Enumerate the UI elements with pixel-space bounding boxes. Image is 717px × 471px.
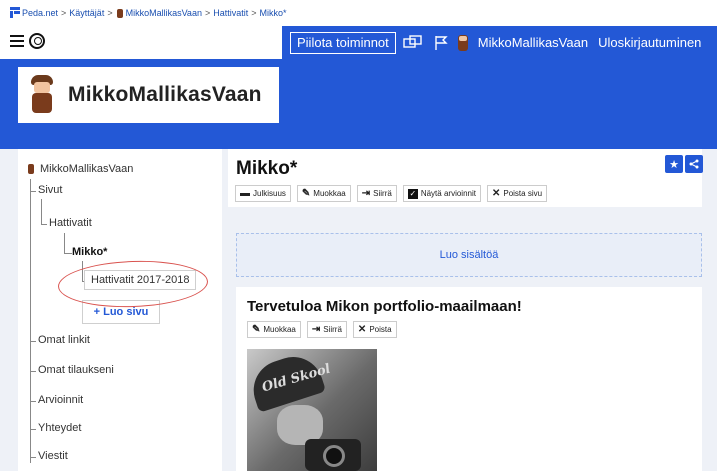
delete-label: Poista (369, 325, 392, 334)
sidebar-item-root[interactable]: MikkoMallikasVaan (28, 163, 133, 175)
site-title: MikkoMallikasVaan (68, 83, 262, 106)
breadcrumb-item-users[interactable]: Käyttäjät (69, 8, 104, 18)
create-content-button[interactable]: Luo sisältöä (236, 233, 702, 277)
sidebar-item-yhteydet[interactable]: Yhteydet (38, 422, 81, 434)
close-icon: ✕ (491, 188, 501, 199)
pencil-icon: ✎ (301, 188, 311, 199)
portfolio-photo: Old Skool (247, 349, 377, 471)
sidebar-item-viestit[interactable]: Viestit (38, 450, 68, 462)
sidebar-item-hattivatit[interactable]: Hattivatit (49, 217, 92, 229)
peda-net-logo-icon (10, 7, 20, 18)
search-user-icon[interactable] (29, 33, 45, 49)
publicity-label: Julkisuus (253, 189, 286, 198)
breadcrumb-separator: > (107, 8, 113, 18)
tree-line (30, 371, 36, 372)
breadcrumb-separator: > (61, 8, 67, 18)
tree-line (30, 429, 36, 430)
windows-icon[interactable] (402, 34, 424, 52)
site-title-box[interactable]: MikkoMallikasVaan (18, 67, 279, 123)
tree-line (30, 401, 36, 402)
sidebar-item-sivut[interactable]: Sivut (38, 184, 62, 196)
page-actions: ▬ Julkisuus ✎ Muokkaa ⇥ Siirrä ✓ Näytä a… (235, 185, 553, 202)
delete-button[interactable]: ✕ Poista (352, 321, 397, 338)
edit-label: Muokkaa (263, 325, 296, 334)
edit-button[interactable]: ✎ Muokkaa (247, 321, 301, 338)
welcome-card: Tervetuloa Mikon portfolio-maailmaan! ✎ … (236, 287, 702, 471)
sidebar-item-label: MikkoMallikasVaan (40, 163, 134, 175)
sidebar-item-mikko[interactable]: Mikko* (72, 246, 107, 258)
tree-line (64, 233, 65, 253)
avatar-icon (28, 164, 34, 174)
tree-line (30, 457, 36, 458)
move-button[interactable]: ⇥ Siirrä (356, 185, 397, 202)
show-assessments-button[interactable]: ✓ Näytä arvioinnit (402, 185, 481, 202)
checkbox-icon: ✓ (407, 188, 418, 199)
delete-page-label: Poista sivu (503, 189, 543, 198)
sidebar-item-omat-tilaukseni[interactable]: Omat tilaukseni (38, 364, 114, 376)
publicity-button[interactable]: ▬ Julkisuus (235, 185, 291, 202)
edit-label: Muokkaa (313, 189, 346, 198)
username-link[interactable]: MikkoMallikasVaan (478, 35, 588, 50)
site-header: MikkoMallikasVaan (0, 59, 717, 149)
breadcrumb-item-hattivatit[interactable]: Hattivatit (213, 8, 248, 18)
pencil-icon: ✎ (252, 324, 261, 335)
page-header-card: Mikko* ★ ▬ Julkisuus ✎ Muokkaa ⇥ Siirrä … (228, 149, 703, 207)
delete-page-button[interactable]: ✕ Poista sivu (486, 185, 548, 202)
move-label: Siirrä (373, 189, 392, 198)
edit-button[interactable]: ✎ Muokkaa (296, 185, 351, 202)
hide-actions-button[interactable]: Piilota toiminnot (290, 31, 396, 54)
breadcrumb-item-current[interactable]: Mikko* (260, 8, 287, 18)
star-icon[interactable]: ★ (665, 155, 683, 173)
move-icon: ⇥ (311, 324, 321, 335)
flag-icon[interactable] (430, 34, 452, 52)
logout-link[interactable]: Uloskirjautuminen (598, 35, 701, 50)
share-icon[interactable] (685, 155, 703, 173)
sidebar-item-arvioinnit[interactable]: Arvioinnit (38, 394, 83, 406)
move-button[interactable]: ⇥ Siirrä (306, 321, 347, 338)
top-toolbar: Piilota toiminnot MikkoMallikasVaan Ulos… (0, 26, 717, 59)
tree-line (41, 199, 42, 224)
tree-line (30, 179, 31, 463)
avatar-icon (30, 75, 54, 115)
welcome-title: Tervetuloa Mikon portfolio-maailmaan! (247, 298, 522, 315)
menu-icon[interactable] (10, 35, 24, 47)
move-label: Siirrä (323, 325, 342, 334)
breadcrumb: Peda.net > Käyttäjät > MikkoMallikasVaan… (0, 0, 717, 26)
toolbar-actions: Piilota toiminnot MikkoMallikasVaan Ulos… (282, 26, 717, 59)
create-content-label: Luo sisältöä (439, 249, 499, 261)
breadcrumb-separator: > (251, 8, 257, 18)
breadcrumb-item-pedanet[interactable]: Peda.net (22, 8, 58, 18)
close-icon: ✕ (357, 324, 367, 335)
avatar-icon[interactable] (457, 34, 468, 51)
move-icon: ⇥ (361, 188, 371, 199)
tree-line (64, 253, 72, 254)
show-assessments-label: Näytä arvioinnit (420, 189, 476, 198)
tree-line (41, 224, 47, 225)
avatar-icon (116, 8, 123, 18)
lock-icon: ▬ (240, 188, 250, 199)
tree-line (30, 191, 36, 192)
welcome-actions: ✎ Muokkaa ⇥ Siirrä ✕ Poista (247, 321, 403, 338)
sidebar-item-omat-linkit[interactable]: Omat linkit (38, 334, 90, 346)
breadcrumb-item-user[interactable]: MikkoMallikasVaan (126, 8, 202, 18)
red-annotation-circle (57, 258, 209, 310)
breadcrumb-separator: > (204, 8, 211, 18)
tree-line (30, 341, 36, 342)
sidebar: MikkoMallikasVaan Sivut Hattivatit Mikko… (18, 149, 222, 471)
page-title: Mikko* (236, 158, 298, 179)
